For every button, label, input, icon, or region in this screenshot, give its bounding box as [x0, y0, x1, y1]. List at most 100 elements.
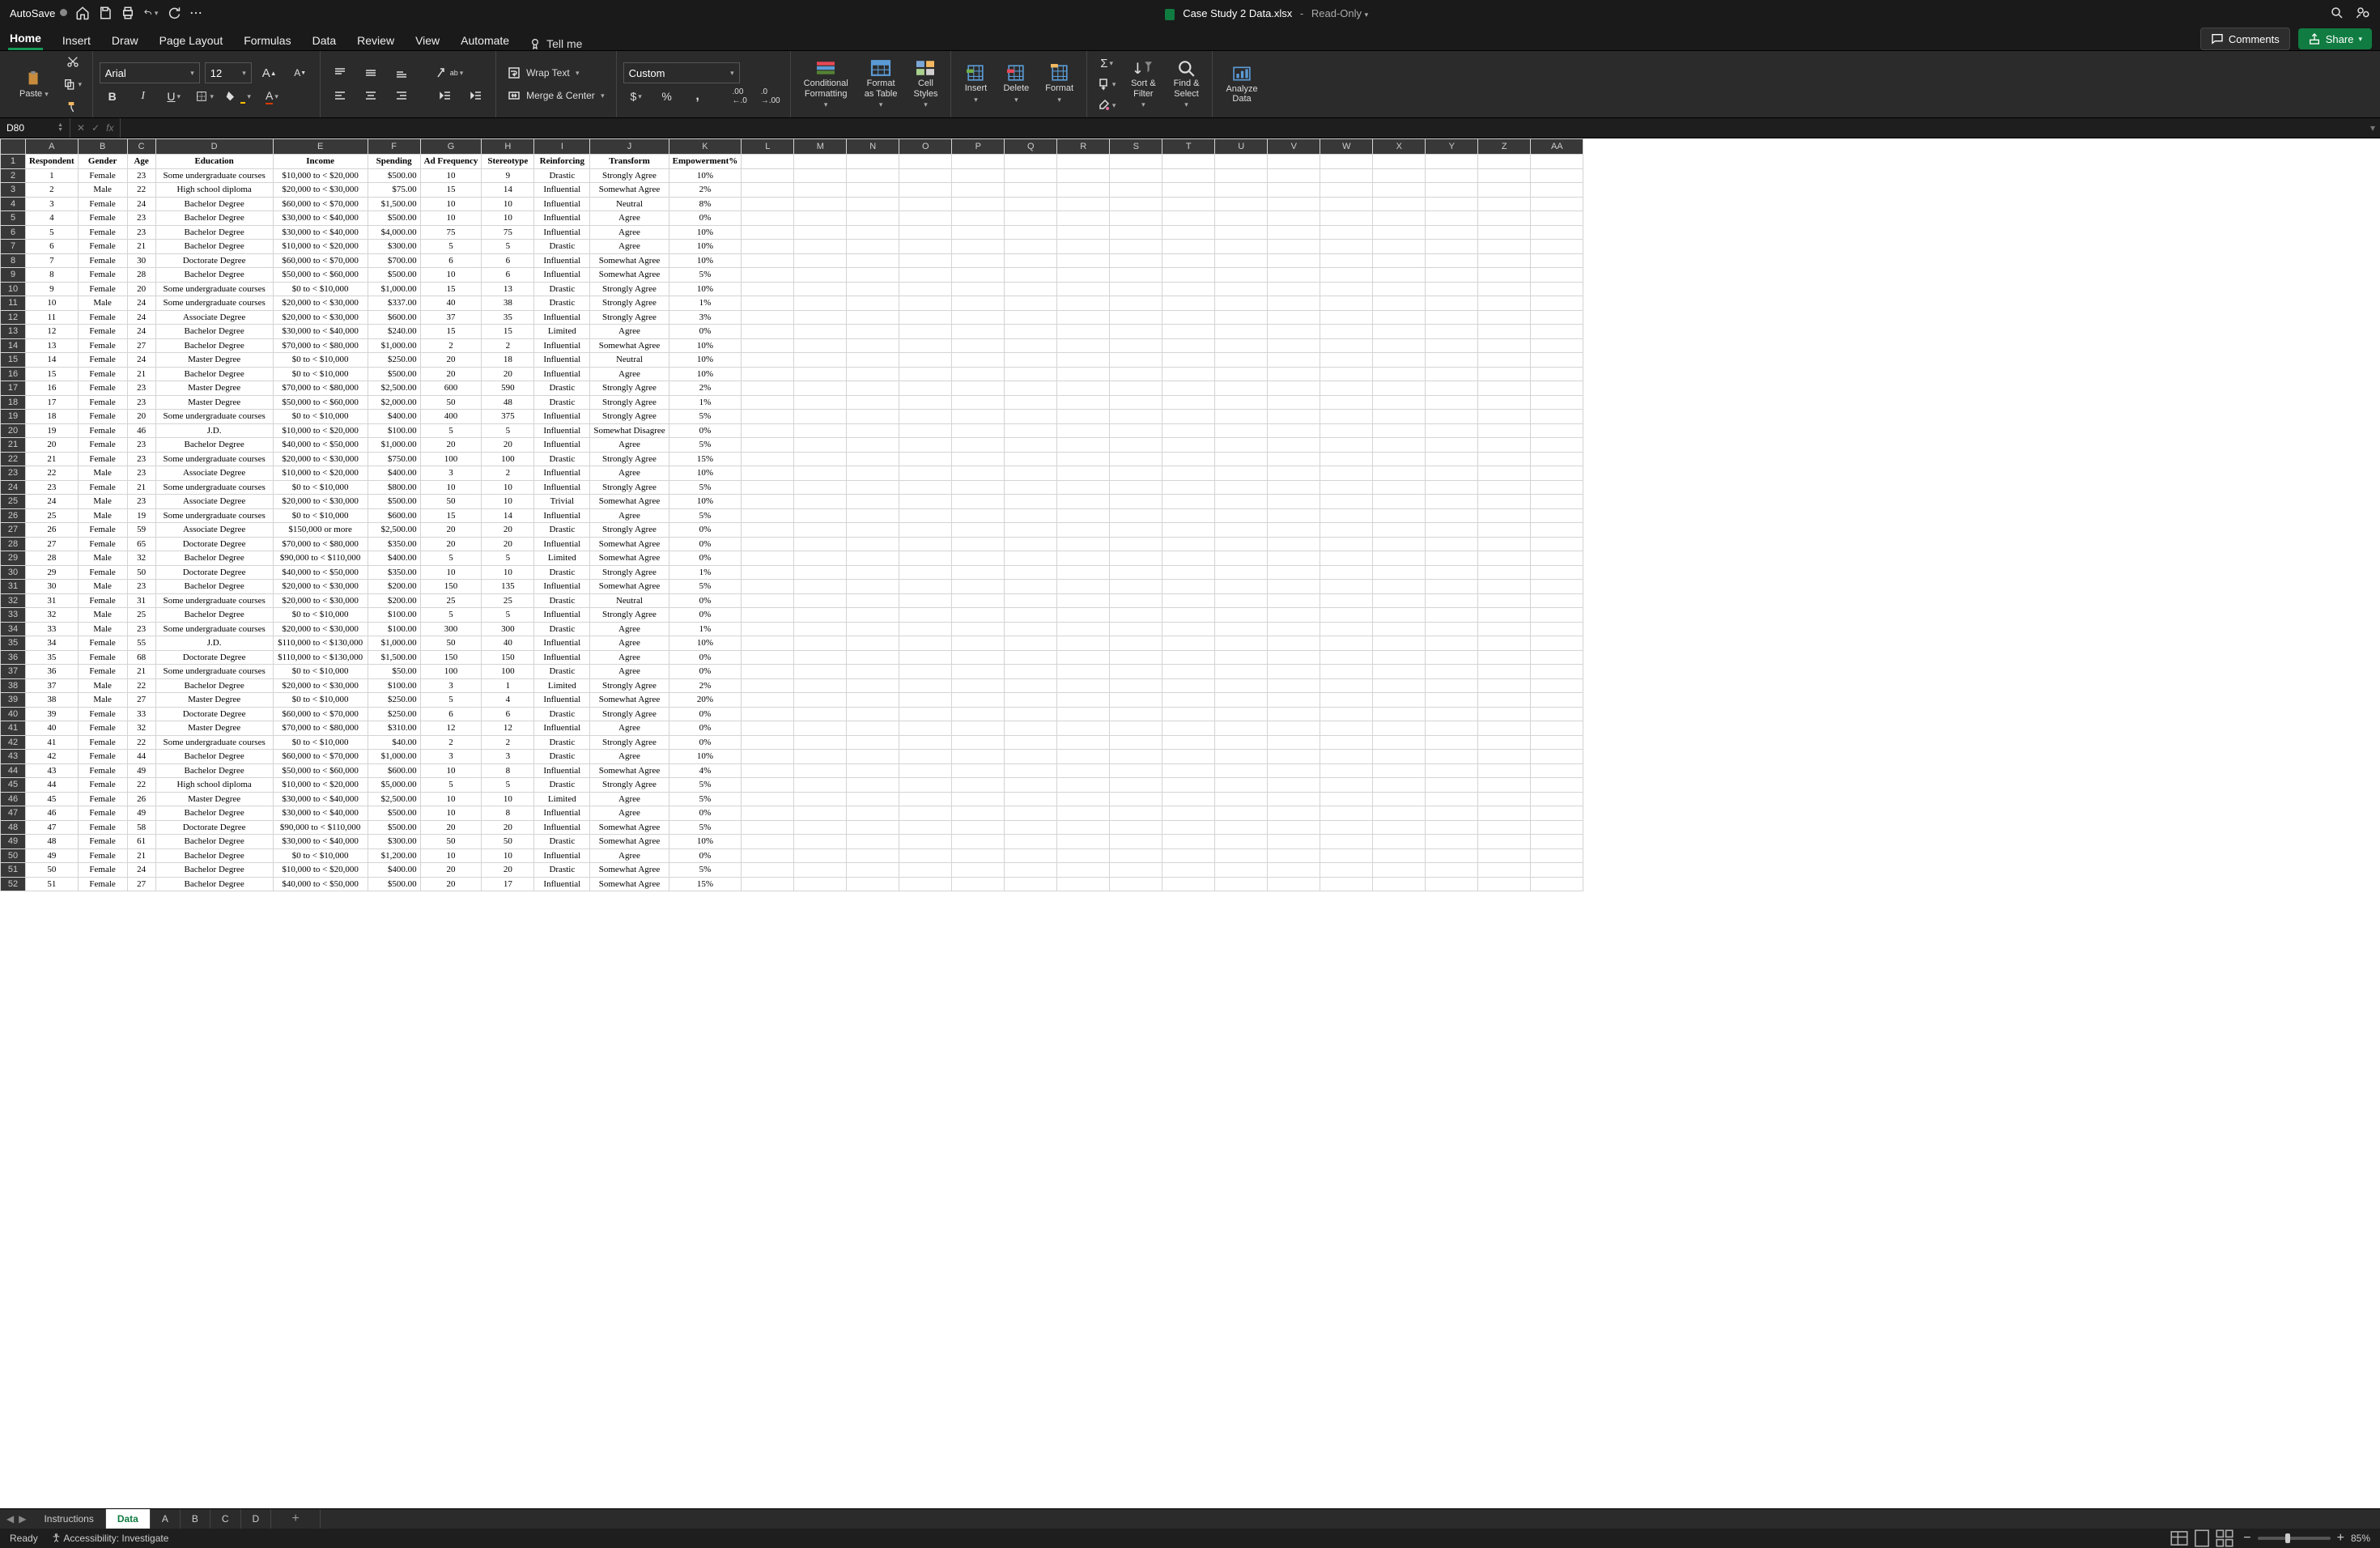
- cell[interactable]: [1057, 848, 1110, 863]
- cell[interactable]: 50: [420, 636, 482, 651]
- cell[interactable]: 0%: [669, 325, 742, 339]
- cell[interactable]: [899, 240, 952, 254]
- cell[interactable]: Influential: [534, 253, 590, 268]
- cell[interactable]: Agree: [590, 750, 669, 764]
- cell[interactable]: Doctorate Degree: [155, 707, 273, 721]
- cell[interactable]: [847, 792, 899, 806]
- cell[interactable]: [1110, 253, 1162, 268]
- cell[interactable]: Female: [78, 806, 127, 821]
- cell[interactable]: [1478, 763, 1531, 778]
- col-header-AA[interactable]: AA: [1531, 139, 1583, 155]
- cell[interactable]: [1057, 580, 1110, 594]
- cell[interactable]: [847, 551, 899, 566]
- bold-button[interactable]: B: [100, 87, 125, 106]
- cell[interactable]: [1268, 608, 1320, 623]
- cell[interactable]: 38: [482, 296, 534, 311]
- cell[interactable]: [1110, 820, 1162, 835]
- cell[interactable]: [952, 480, 1005, 495]
- cell[interactable]: [1005, 495, 1057, 509]
- cell[interactable]: $500.00: [368, 877, 420, 891]
- cell[interactable]: [847, 806, 899, 821]
- cell[interactable]: [1320, 225, 1373, 240]
- cell[interactable]: [1162, 353, 1215, 368]
- cell[interactable]: [742, 325, 794, 339]
- cell[interactable]: [899, 423, 952, 438]
- cell[interactable]: [1215, 338, 1268, 353]
- cell[interactable]: 20: [420, 537, 482, 551]
- cell[interactable]: [1005, 325, 1057, 339]
- cell[interactable]: $75.00: [368, 183, 420, 198]
- cell[interactable]: [1162, 211, 1215, 226]
- page-break-view-icon[interactable]: [2214, 1531, 2235, 1546]
- cell[interactable]: Some undergraduate courses: [155, 735, 273, 750]
- search-icon[interactable]: [2330, 6, 2344, 20]
- cell[interactable]: [1005, 608, 1057, 623]
- cell[interactable]: [1005, 466, 1057, 481]
- row-header-6[interactable]: 6: [1, 225, 26, 240]
- cell[interactable]: 8: [482, 763, 534, 778]
- sheet-tab-a[interactable]: A: [151, 1509, 181, 1529]
- cell[interactable]: [1531, 650, 1583, 665]
- cell[interactable]: [847, 848, 899, 863]
- cell[interactable]: [1057, 197, 1110, 211]
- cell[interactable]: [794, 452, 847, 466]
- col-header-W[interactable]: W: [1320, 139, 1373, 155]
- cell[interactable]: $20,000 to < $30,000: [273, 310, 368, 325]
- cell[interactable]: [1162, 551, 1215, 566]
- cell[interactable]: 20: [127, 410, 155, 424]
- cell[interactable]: 10: [482, 495, 534, 509]
- cell[interactable]: [1005, 693, 1057, 708]
- cell[interactable]: Strongly Agree: [590, 707, 669, 721]
- cell[interactable]: Agree: [590, 622, 669, 636]
- row-header-24[interactable]: 24: [1, 480, 26, 495]
- cell[interactable]: [1110, 410, 1162, 424]
- font-color-button[interactable]: A▾: [259, 87, 285, 106]
- cell[interactable]: Strongly Agree: [590, 565, 669, 580]
- cell[interactable]: [1110, 565, 1162, 580]
- cell[interactable]: [1057, 310, 1110, 325]
- cell[interactable]: $1,200.00: [368, 848, 420, 863]
- cell[interactable]: [794, 778, 847, 793]
- underline-button[interactable]: U▾: [161, 87, 187, 106]
- cell[interactable]: [899, 353, 952, 368]
- cell[interactable]: Bachelor Degree: [155, 608, 273, 623]
- cell[interactable]: 49: [26, 848, 79, 863]
- cell[interactable]: 15: [26, 367, 79, 381]
- cell[interactable]: [1162, 707, 1215, 721]
- cell[interactable]: [1162, 778, 1215, 793]
- cell[interactable]: [1531, 367, 1583, 381]
- cell[interactable]: Female: [78, 593, 127, 608]
- cell[interactable]: [899, 835, 952, 849]
- cell[interactable]: 2: [420, 338, 482, 353]
- cell[interactable]: [1110, 707, 1162, 721]
- cell[interactable]: Somewhat Agree: [590, 835, 669, 849]
- col-header-P[interactable]: P: [952, 139, 1005, 155]
- col-header-B[interactable]: B: [78, 139, 127, 155]
- cell[interactable]: [1110, 466, 1162, 481]
- cell[interactable]: 0%: [669, 848, 742, 863]
- cell[interactable]: [742, 395, 794, 410]
- cell[interactable]: [899, 367, 952, 381]
- cell[interactable]: [1320, 636, 1373, 651]
- cell[interactable]: Influential: [534, 438, 590, 453]
- cell[interactable]: [1110, 537, 1162, 551]
- cell[interactable]: [1320, 395, 1373, 410]
- cell[interactable]: [952, 848, 1005, 863]
- cell[interactable]: [1531, 877, 1583, 891]
- cell[interactable]: [847, 707, 899, 721]
- cell[interactable]: Female: [78, 423, 127, 438]
- cell[interactable]: Female: [78, 650, 127, 665]
- cell[interactable]: [1426, 508, 1478, 523]
- cell[interactable]: [1531, 537, 1583, 551]
- cell[interactable]: 1%: [669, 565, 742, 580]
- cell[interactable]: [1268, 750, 1320, 764]
- cell[interactable]: [1373, 763, 1426, 778]
- cell[interactable]: 20: [482, 820, 534, 835]
- cell[interactable]: 45: [26, 792, 79, 806]
- cell[interactable]: [1057, 877, 1110, 891]
- cell[interactable]: Female: [78, 523, 127, 538]
- cell[interactable]: Education: [155, 155, 273, 169]
- cell[interactable]: [1531, 480, 1583, 495]
- cell[interactable]: [1110, 296, 1162, 311]
- cell[interactable]: [1426, 438, 1478, 453]
